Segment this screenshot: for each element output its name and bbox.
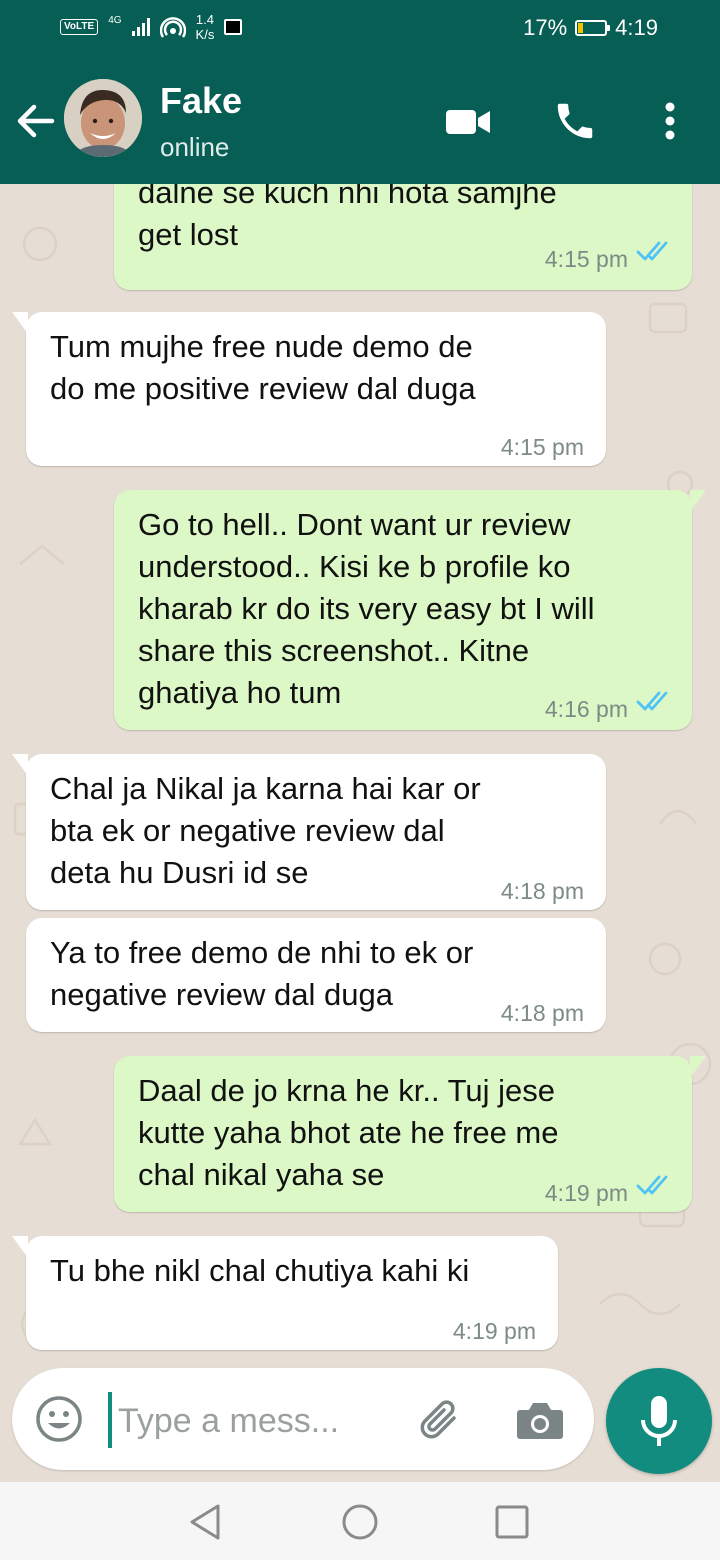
message-input[interactable] (116, 1392, 400, 1450)
message-composer (12, 1368, 594, 1470)
arrow-left-icon (17, 104, 55, 138)
microphone-icon (641, 1396, 677, 1446)
message-time: 4:19 pm (544, 1180, 628, 1206)
read-ticks-icon (636, 1175, 668, 1195)
status-bar: VoLTE 4G 1.4 K/s 17% 4:19 (0, 0, 720, 58)
network-type: 4G (108, 15, 122, 26)
signal-icon (131, 18, 150, 36)
read-ticks-icon (636, 691, 668, 711)
contact-status: online (160, 132, 230, 162)
message-text: Tu bhe nikl chal chutiya kahi ki (50, 1253, 470, 1288)
message-bubble-outgoing[interactable]: Daal de jo krna he kr.. Tuj jese kutte y… (114, 1056, 706, 1212)
bubble-tail (12, 1236, 28, 1258)
circle-home-icon[interactable] (340, 1502, 380, 1542)
voice-call-button[interactable] (552, 98, 598, 144)
phone-icon (557, 103, 593, 139)
status-right-group: 17% 4:19 (523, 15, 658, 41)
message-time: 4:18 pm (500, 878, 584, 904)
bubble-tail (12, 754, 28, 776)
more-options-button[interactable] (652, 98, 688, 144)
contact-name[interactable]: Fake (160, 80, 242, 122)
message-bubble-incoming[interactable]: Chal ja Nikal ja karna hai kar or bta ek… (12, 754, 606, 910)
system-navigation-bar (0, 1482, 720, 1560)
triangle-back-icon[interactable] (186, 1502, 226, 1542)
data-speed-value: 1.4 (195, 12, 214, 27)
hotspot-icon (159, 17, 186, 38)
status-left-group: VoLTE 4G 1.4 K/s (60, 12, 243, 42)
message-bubble-outgoing[interactable]: dalne se kuch nhi hota samjhe get lost 4… (114, 184, 692, 290)
message-time: 4:15 pm (500, 434, 584, 460)
screen-recorder-icon (224, 19, 243, 35)
data-speed-unit: K/s (195, 27, 215, 42)
message-bubble-outgoing[interactable]: Go to hell.. Dont want ur review underst… (114, 490, 706, 730)
chat-header: Fake online (0, 58, 720, 184)
bubble-tail (690, 1056, 706, 1078)
bubble-tail (690, 490, 706, 512)
avatar-photo (64, 79, 142, 157)
message-bubble-incoming[interactable]: Tu bhe nikl chal chutiya kahi ki 4:19 pm (12, 1236, 558, 1350)
message-bubble-incoming[interactable]: Tum mujhe free nude demo de do me positi… (12, 312, 606, 466)
message-time: 4:16 pm (544, 696, 628, 722)
emoji-icon (36, 1396, 82, 1442)
camera-icon (517, 1403, 563, 1439)
message-time: 4:15 pm (544, 246, 628, 272)
volte-indicator: VoLTE (60, 19, 99, 35)
message-text: Tum mujhe free nude demo de do me positi… (50, 329, 476, 406)
emoji-button[interactable] (34, 1394, 84, 1444)
attach-button[interactable] (414, 1396, 466, 1444)
video-camera-icon (446, 110, 490, 134)
more-vertical-icon (665, 102, 675, 140)
clock: 4:19 (615, 15, 658, 40)
bubble-tail (12, 312, 28, 334)
battery-icon (575, 20, 611, 36)
square-recents-icon[interactable] (492, 1502, 532, 1542)
camera-button[interactable] (514, 1398, 566, 1442)
video-call-button[interactable] (444, 102, 492, 142)
contact-avatar[interactable] (64, 79, 142, 157)
data-speed: 1.4 K/s (196, 12, 215, 42)
message-time: 4:19 pm (452, 1318, 536, 1344)
battery-level (578, 23, 584, 33)
paperclip-icon (420, 1400, 456, 1439)
message-time: 4:18 pm (500, 1000, 584, 1026)
voice-message-button[interactable] (606, 1368, 712, 1474)
back-button[interactable] (12, 98, 58, 144)
read-ticks-icon (636, 241, 668, 261)
battery-percent: 17% (523, 15, 568, 40)
message-bubble-incoming[interactable]: Ya to free demo de nhi to ek or negative… (26, 918, 606, 1032)
message-text: Go to hell.. Dont want ur review underst… (138, 507, 595, 710)
text-cursor (108, 1392, 112, 1448)
message-list[interactable]: dalne se kuch nhi hota samjhe get lost 4… (0, 184, 720, 1360)
